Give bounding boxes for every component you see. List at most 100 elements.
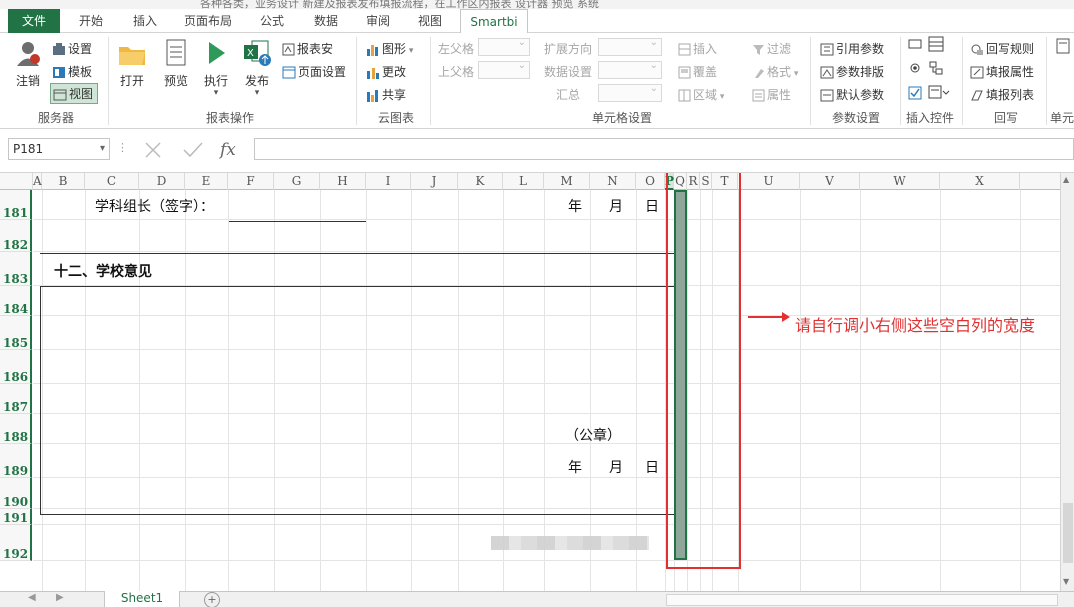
page-setup-button[interactable]: 页面设置 — [282, 63, 346, 80]
row-header-181[interactable]: 181 — [0, 190, 32, 220]
expand-direction-select[interactable] — [598, 37, 662, 56]
column-header-n[interactable]: N — [590, 173, 636, 190]
open-button[interactable]: 打开 — [114, 41, 150, 89]
scroll-up-icon[interactable]: ▲ — [1063, 175, 1069, 184]
filter-button[interactable]: 过滤 — [752, 40, 791, 57]
column-header-w[interactable]: W — [860, 173, 940, 190]
column-header-o[interactable]: O — [636, 173, 665, 190]
format-button[interactable]: 格式 ▾ — [752, 63, 798, 80]
row-header-186[interactable]: 186 — [0, 350, 32, 384]
tab-view[interactable]: 视图 — [408, 9, 452, 33]
preview-button[interactable]: 预览 — [158, 39, 194, 89]
enter-icon[interactable] — [183, 142, 203, 158]
sheet-tab-sheet1[interactable]: Sheet1 — [104, 591, 180, 607]
formula-input[interactable] — [254, 138, 1074, 160]
row-header-183[interactable]: 183 — [0, 252, 32, 286]
column-header-v[interactable]: V — [800, 173, 860, 190]
column-header-d[interactable]: D — [139, 173, 185, 190]
tab-formulas[interactable]: 公式 — [250, 9, 294, 33]
column-header-h[interactable]: H — [320, 173, 366, 190]
publish-button[interactable]: X 发布 ▾ — [238, 39, 276, 98]
next-sheet-icon[interactable]: ▶ — [56, 592, 64, 603]
radio-control-button[interactable] — [908, 62, 922, 77]
vertical-scrollbar[interactable]: ▲ ▼ — [1060, 173, 1074, 591]
column-header-b[interactable]: B — [42, 173, 85, 190]
scroll-down-icon[interactable]: ▼ — [1063, 577, 1069, 586]
cell-month-1[interactable]: 月 — [609, 196, 623, 216]
tab-file[interactable]: 文件 — [8, 9, 60, 33]
column-header-x[interactable]: X — [940, 173, 1020, 190]
column-header-l[interactable]: L — [503, 173, 544, 190]
tab-home[interactable]: 开始 — [70, 9, 112, 33]
column-header-j[interactable]: J — [411, 173, 458, 190]
column-header-f[interactable]: F — [228, 173, 274, 190]
logout-button[interactable]: 注销 — [10, 39, 46, 89]
column-header-u[interactable]: U — [738, 173, 800, 190]
settings-button[interactable]: 设置 — [52, 40, 92, 57]
horizontal-scrollbar[interactable] — [666, 594, 1058, 606]
more-button[interactable] — [1056, 38, 1070, 57]
row-header-188[interactable]: 188 — [0, 414, 32, 444]
left-parent-select[interactable] — [478, 37, 530, 56]
dropdown-control-button[interactable] — [928, 84, 950, 103]
property-button[interactable]: 属性 — [752, 86, 791, 103]
row-header-187[interactable]: 187 — [0, 384, 32, 414]
column-header-a[interactable]: A — [33, 173, 42, 190]
template-button[interactable]: 模板 — [52, 63, 92, 80]
cell-school-opinion[interactable]: 十二、学校意见 — [54, 261, 152, 281]
param-layout-button[interactable]: 参数排版 — [820, 63, 884, 80]
tab-insert[interactable]: 插入 — [124, 9, 166, 33]
area-button[interactable]: 区域 ▾ — [678, 86, 724, 103]
report-save-button[interactable]: 报表安 — [282, 40, 333, 57]
column-header-i[interactable]: I — [366, 173, 411, 190]
execute-button[interactable]: 执行 ▾ — [198, 39, 234, 98]
upper-parent-select[interactable] — [478, 60, 530, 79]
prev-sheet-icon[interactable]: ◀ — [28, 592, 36, 603]
column-header-k[interactable]: K — [458, 173, 503, 190]
tab-data[interactable]: 数据 — [304, 9, 348, 33]
name-box[interactable]: P181 — [8, 138, 110, 160]
scroll-thumb[interactable] — [1063, 503, 1073, 563]
checkbox-control-button[interactable] — [908, 86, 922, 103]
ref-param-button[interactable]: 引用参数 — [820, 40, 884, 57]
select-all-corner[interactable] — [0, 173, 33, 190]
tree-control-button[interactable] — [928, 60, 944, 79]
row-header-192[interactable]: 192 — [0, 525, 32, 561]
share-button[interactable]: 共享 — [366, 86, 406, 103]
column-header-m[interactable]: M — [544, 173, 590, 190]
cell-month-2[interactable]: 月 — [609, 457, 623, 477]
row-header-190[interactable]: 190 — [0, 478, 32, 509]
chart-button[interactable]: 图形 ▾ — [366, 40, 413, 57]
row-header-182[interactable]: 182 — [0, 220, 32, 252]
default-param-button[interactable]: 默认参数 — [820, 86, 884, 103]
column-header-g[interactable]: G — [274, 173, 320, 190]
cover-button[interactable]: 覆盖 — [678, 63, 717, 80]
tab-page-layout[interactable]: 页面布局 — [176, 9, 240, 33]
cell-seal[interactable]: （公章） — [565, 425, 621, 445]
fill-list-button[interactable]: 填报列表 — [970, 86, 1034, 103]
table-control-button[interactable] — [928, 36, 944, 55]
row-header-185[interactable]: 185 — [0, 316, 32, 350]
cell-day-1[interactable]: 日 — [645, 196, 659, 216]
row-header-184[interactable]: 184 — [0, 286, 32, 316]
add-sheet-icon[interactable]: + — [204, 592, 220, 607]
textbox-control-button[interactable] — [908, 38, 922, 53]
data-settings-select[interactable] — [598, 60, 662, 79]
cell-year-2[interactable]: 年 — [568, 457, 582, 477]
writeback-rules-button[interactable]: 回写规则 — [970, 40, 1034, 57]
change-button[interactable]: 更改 — [366, 63, 406, 80]
worksheet[interactable]: ABCDEFGHIJKLMNOPQRSTUVWX 181 182 183 184 185… — [0, 173, 1074, 591]
row-header-189[interactable]: 189 — [0, 444, 32, 478]
tab-review[interactable]: 审阅 — [356, 9, 400, 33]
cell-day-2[interactable]: 日 — [645, 457, 659, 477]
insert-button[interactable]: 插入 — [678, 40, 717, 57]
cell-year-1[interactable]: 年 — [568, 196, 582, 216]
fill-props-button[interactable]: 填报属性 — [970, 63, 1034, 80]
cell-subject-leader[interactable]: 学科组长（签字）： — [95, 196, 214, 216]
row-header-191[interactable]: 191 — [0, 509, 32, 525]
tab-smartbi[interactable]: Smartbi — [460, 9, 528, 34]
column-header-c[interactable]: C — [85, 173, 139, 190]
column-header-e[interactable]: E — [185, 173, 228, 190]
view-button[interactable]: 视图 — [50, 83, 99, 104]
summary-select[interactable] — [598, 83, 662, 102]
